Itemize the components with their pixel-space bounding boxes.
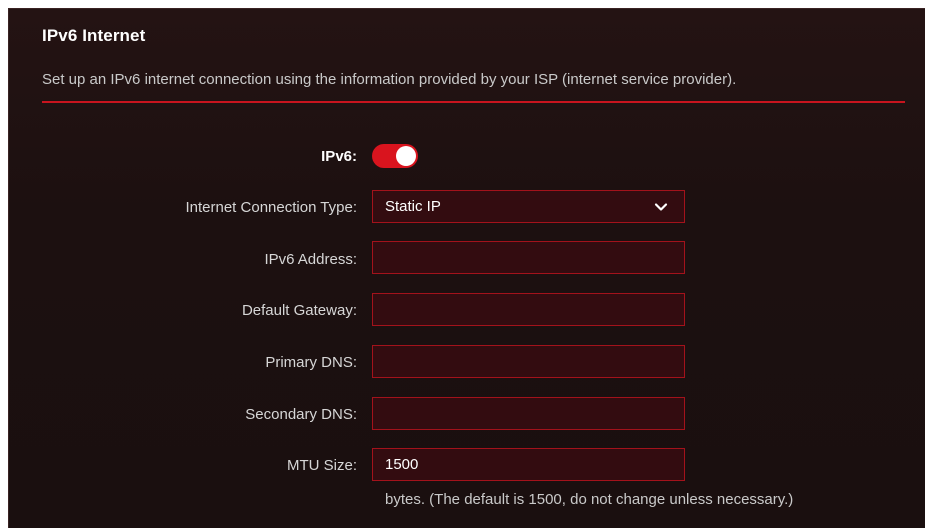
section-divider [42,101,905,103]
ipv6-toggle[interactable] [372,144,418,168]
connection-type-value: Static IP [385,198,441,215]
secondary-dns-label: Secondary DNS: [245,406,357,423]
default-gateway-input[interactable] [372,293,685,326]
primary-dns-input[interactable] [372,345,685,378]
toggle-knob [396,146,416,166]
ipv6-address-input[interactable] [372,241,685,274]
mtu-size-label: MTU Size: [286,457,357,474]
connection-type-label: Internet Connection Type: [185,199,357,216]
section-description: Set up an IPv6 internet connection using… [42,71,737,88]
default-gateway-label: Default Gateway: [241,302,357,319]
ipv6-label: IPv6: [321,148,357,165]
mtu-size-input[interactable] [372,448,685,481]
mtu-hint: bytes. (The default is 1500, do not chan… [385,491,794,508]
ipv6-address-label: IPv6 Address: [264,251,357,268]
section-title: IPv6 Internet [42,26,146,45]
primary-dns-label: Primary DNS: [265,354,357,371]
connection-type-select[interactable]: Static IP [372,190,685,223]
chevron-down-icon [654,202,668,211]
secondary-dns-input[interactable] [372,397,685,430]
